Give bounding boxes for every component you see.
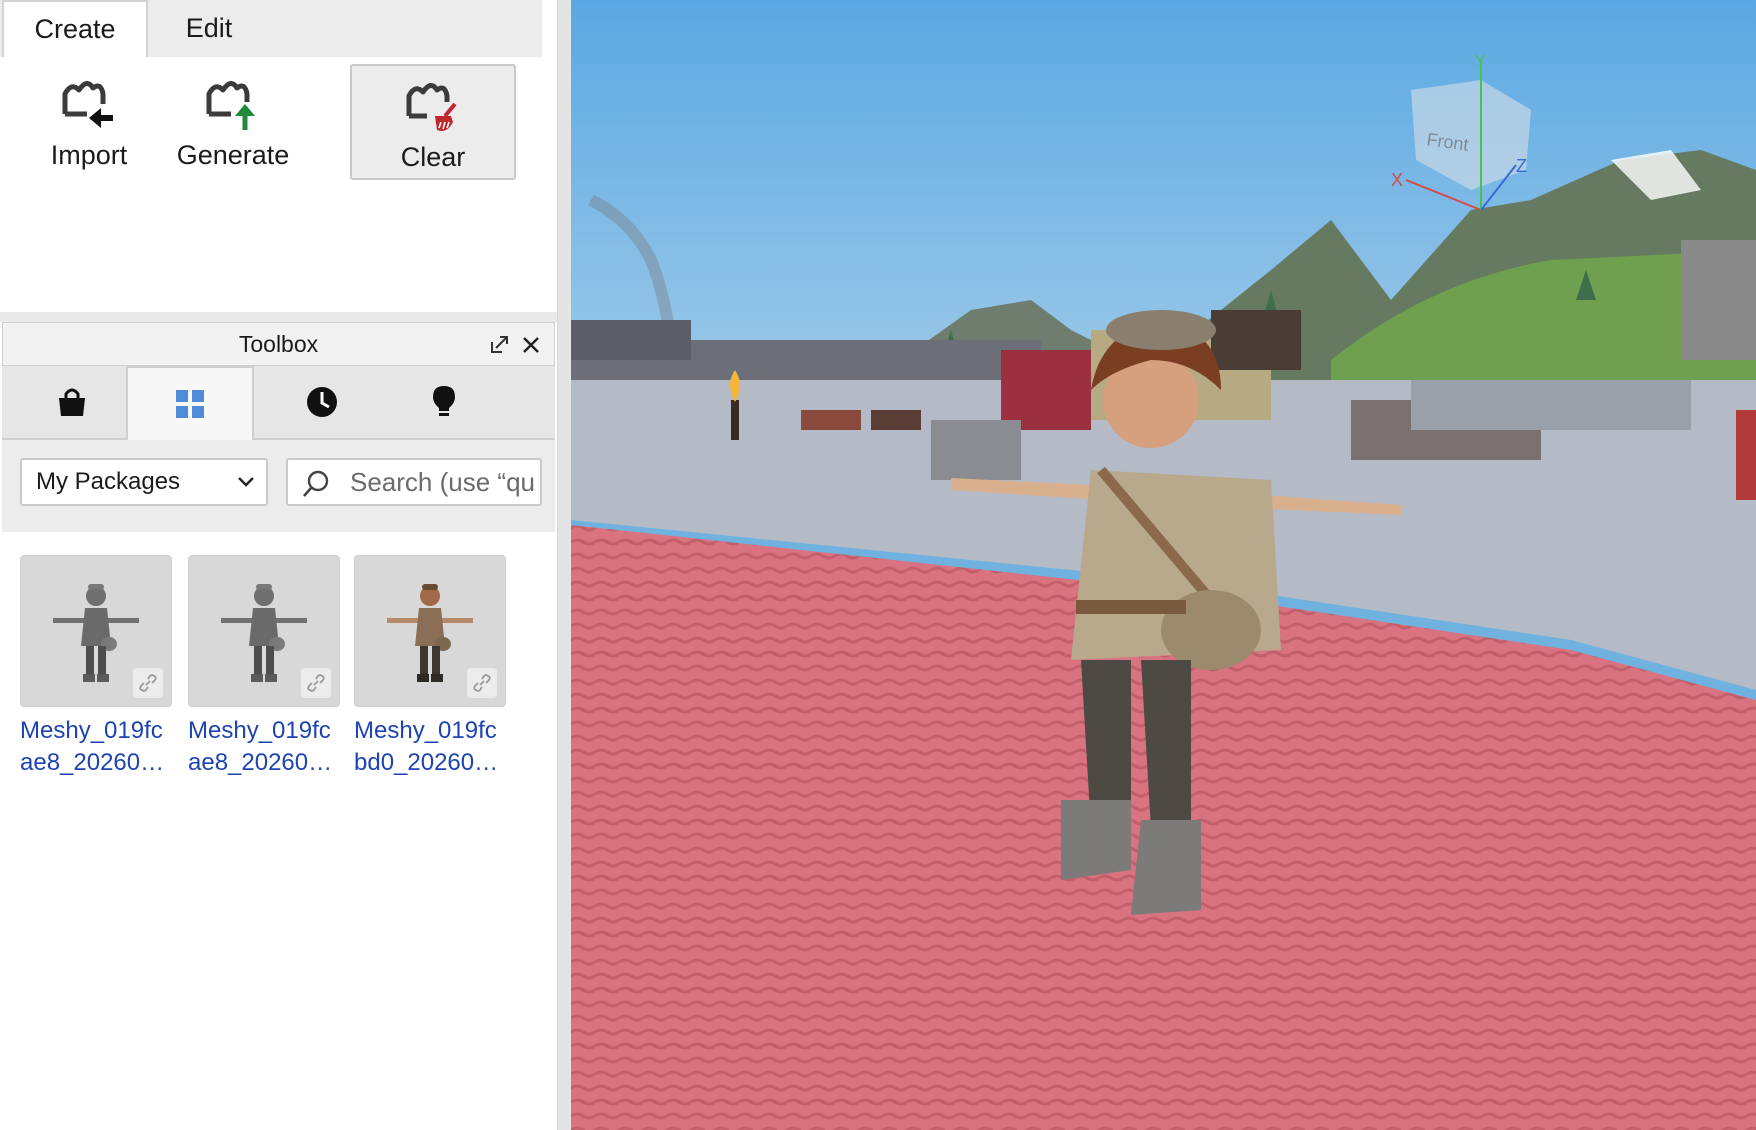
package-thumbnail <box>20 555 172 707</box>
generate-button[interactable]: Generate <box>150 64 316 180</box>
panel-splitter[interactable] <box>0 312 558 322</box>
character-thumbnail <box>221 584 307 682</box>
tab-recent[interactable] <box>254 366 390 438</box>
z-axis-label: Z <box>1516 156 1527 176</box>
stone-block <box>931 420 1021 480</box>
package-item[interactable]: Meshy_019fcae8_20260… <box>188 555 340 779</box>
recent-clock-icon <box>307 387 337 417</box>
stone-wall <box>1411 380 1691 430</box>
creations-bulb-icon <box>433 386 455 416</box>
left-panel: Create Edit Import Generate Clear Toolbo… <box>0 0 558 1130</box>
category-dropdown[interactable]: My Packages <box>20 458 268 506</box>
roof <box>1211 310 1301 370</box>
import-button[interactable]: Import <box>6 64 172 180</box>
clear-button[interactable]: Clear <box>350 64 516 180</box>
import-mesh-icon <box>62 81 113 128</box>
tab-marketplace[interactable] <box>4 366 140 438</box>
generate-label: Generate <box>176 140 290 170</box>
character-thumbnail <box>53 584 139 682</box>
search-input[interactable] <box>350 466 540 498</box>
mesh-plugin-panel: Create Edit Import Generate Clear <box>0 0 558 312</box>
bench <box>801 410 861 430</box>
tab-edit[interactable]: Edit <box>148 0 270 57</box>
plugin-tab-bar: Create Edit <box>0 0 542 57</box>
character-thumbnail <box>387 584 473 682</box>
marketplace-bag-icon <box>59 388 85 416</box>
red-house <box>1001 350 1091 430</box>
y-axis-label: Y <box>1475 53 1486 70</box>
x-axis-label: X <box>1391 170 1403 190</box>
package-item[interactable]: Meshy_019fcae8_20260… <box>20 555 172 779</box>
search-box[interactable] <box>286 458 542 506</box>
tab-create[interactable]: Create <box>2 0 148 57</box>
search-icon <box>303 470 329 497</box>
building <box>571 320 691 360</box>
package-name[interactable]: Meshy_019fcae8_20260… <box>188 715 340 779</box>
3d-viewport[interactable]: Front X Y Z <box>571 0 1756 1130</box>
scene-render: Front X Y Z <box>571 0 1756 1130</box>
package-link-icon <box>301 668 331 698</box>
toolbox-header: Toolbox <box>2 322 555 366</box>
generate-mesh-icon <box>206 81 255 130</box>
torch-post <box>731 400 739 440</box>
package-name[interactable]: Meshy_019fcae8_20260… <box>20 715 172 779</box>
table <box>871 410 921 430</box>
market-stall <box>1681 240 1756 360</box>
toolbox-title: Toolbox <box>238 331 319 357</box>
tab-creations[interactable] <box>376 366 512 438</box>
clear-label: Clear <box>400 142 466 172</box>
category-selected: My Packages <box>36 468 181 495</box>
toolbox-panel: Toolbox My Packages Search (use “qu Mesh… <box>0 322 557 1130</box>
chevron-down-icon <box>238 477 254 487</box>
close-icon[interactable] <box>517 331 545 359</box>
toolbox-tab-bar <box>2 366 555 440</box>
package-link-icon <box>133 668 163 698</box>
package-thumbnail <box>354 555 506 707</box>
clear-mesh-icon <box>406 83 457 131</box>
package-name[interactable]: Meshy_019fcbd0_20260… <box>354 715 506 779</box>
package-item[interactable]: Meshy_019fcbd0_20260… <box>354 555 506 779</box>
tab-inventory[interactable] <box>126 366 254 440</box>
inventory-grid-icon <box>176 390 204 418</box>
package-link-icon <box>467 668 497 698</box>
viewport-splitter[interactable] <box>557 0 571 1130</box>
crate <box>1736 410 1756 500</box>
undock-icon[interactable] <box>485 331 513 359</box>
import-label: Import <box>50 140 128 170</box>
toolbox-controls: My Packages <box>2 440 555 532</box>
package-thumbnail <box>188 555 340 707</box>
